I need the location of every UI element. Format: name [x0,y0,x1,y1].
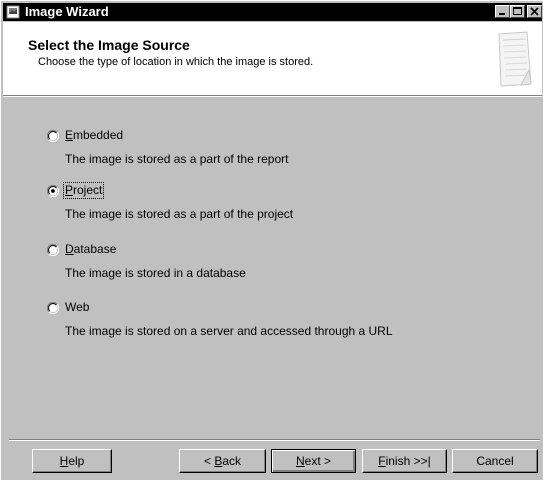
option-embedded-description: The image is stored as a part of the rep… [65,152,289,166]
back-button[interactable]: < Back [179,449,266,473]
wizard-app-icon [6,5,20,19]
minimize-icon [499,13,505,15]
radio-embedded[interactable] [47,130,59,142]
wizard-page-icon [498,31,532,87]
next-button[interactable]: Next > [271,449,356,473]
page-subtitle: Choose the type of location in which the… [38,56,314,68]
radio-project[interactable] [47,185,59,197]
maximize-icon [513,7,522,15]
window-title: Image Wizard [25,4,109,19]
maximize-button[interactable] [510,5,525,18]
radio-web[interactable] [47,302,59,314]
close-icon [530,7,539,16]
radio-database[interactable] [47,244,59,256]
image-wizard-window: Image Wizard Select the Image Source Cho… [0,0,543,480]
help-button[interactable]: Help [32,449,112,473]
footer-divider-highlight [9,440,540,441]
header-divider [3,96,542,97]
option-web-label[interactable]: Web [64,300,90,315]
cancel-button[interactable]: Cancel [452,449,538,473]
finish-button[interactable]: Finish >>| [362,449,447,473]
option-project-description: The image is stored as a part of the pro… [65,207,294,221]
wizard-header: Select the Image Source Choose the type … [3,22,542,96]
option-database-description: The image is stored in a database [65,266,246,280]
minimize-button[interactable] [495,5,510,18]
option-project-label[interactable]: Project [62,182,105,199]
title-bar[interactable]: Image Wizard [3,3,542,21]
option-database-label[interactable]: Database [64,242,117,257]
option-embedded-label[interactable]: Embedded [64,128,124,143]
option-web-description: The image is stored on a server and acce… [65,324,393,338]
close-button[interactable] [527,5,542,18]
page-title: Select the Image Source [28,37,190,53]
